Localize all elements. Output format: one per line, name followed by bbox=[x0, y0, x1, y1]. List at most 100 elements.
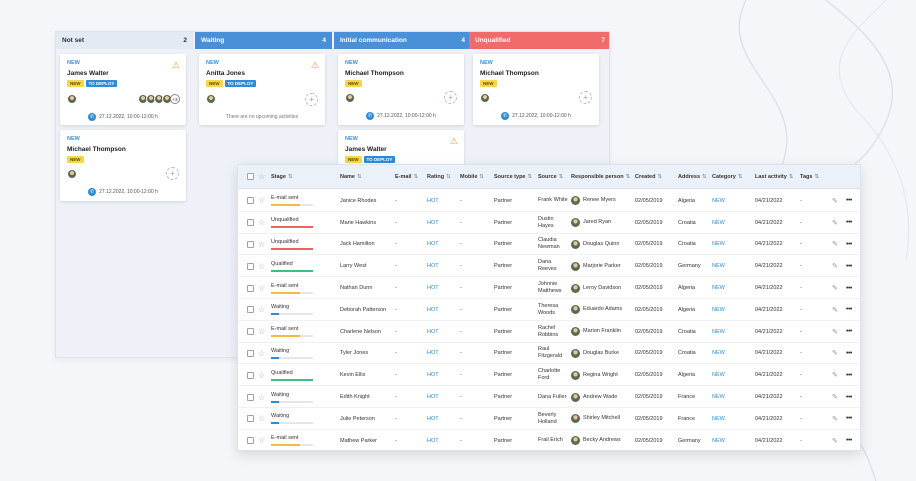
star-icon[interactable]: ☆ bbox=[258, 190, 265, 212]
category-cell[interactable]: NEW bbox=[712, 255, 725, 277]
table-row[interactable]: ☆ Waiting Tyler Jones - HOT - Partner Raul Fi… bbox=[238, 343, 860, 365]
rating-cell[interactable]: HOT bbox=[427, 299, 439, 321]
row-checkbox[interactable] bbox=[247, 386, 254, 408]
rating-cell[interactable]: HOT bbox=[427, 386, 439, 408]
more-options-icon[interactable]: ••• bbox=[846, 255, 852, 277]
next-activity[interactable]: ✆ 27.12.2022, 10:00-12:00 h bbox=[60, 188, 186, 196]
column-header-responsible-person[interactable]: Responsible person ⇅ bbox=[571, 165, 630, 189]
responsible-person-cell[interactable]: Marion Franklin bbox=[571, 321, 631, 343]
more-options-icon[interactable]: ••• bbox=[846, 234, 852, 256]
rating-cell[interactable]: HOT bbox=[427, 430, 439, 450]
column-header-tags[interactable]: Tags ⇅ bbox=[800, 165, 819, 189]
add-person-button[interactable]: + bbox=[305, 93, 318, 106]
next-activity[interactable]: ✆ 27.12.2022, 10:00-12:00 h bbox=[473, 112, 599, 120]
rating-cell[interactable]: HOT bbox=[427, 364, 439, 386]
edit-icon[interactable]: ✎ bbox=[832, 430, 838, 450]
edit-icon[interactable]: ✎ bbox=[832, 343, 838, 365]
deal-card[interactable]: NEW Michael Thompson NEW + ✆ 27.12.2022,… bbox=[473, 54, 599, 125]
category-cell[interactable]: NEW bbox=[712, 234, 725, 256]
rating-cell[interactable]: HOT bbox=[427, 277, 439, 299]
sort-icon[interactable]: ⇅ bbox=[738, 174, 743, 180]
sort-icon[interactable]: ⇅ bbox=[814, 174, 819, 180]
row-checkbox[interactable] bbox=[247, 430, 254, 450]
star-icon[interactable]: ☆ bbox=[258, 212, 265, 234]
responsible-person-cell[interactable]: Marjorie Parker bbox=[571, 255, 631, 277]
sort-icon[interactable]: ⇅ bbox=[288, 174, 293, 180]
sort-icon[interactable]: ⇅ bbox=[527, 174, 532, 180]
table-row[interactable]: ☆ Qualified Kevin Ellis - HOT - Partner Charl… bbox=[238, 364, 860, 387]
column-header-address[interactable]: Address ⇅ bbox=[678, 165, 707, 189]
select-all-checkbox[interactable] bbox=[247, 173, 254, 180]
star-icon[interactable]: ☆ bbox=[258, 408, 265, 430]
more-options-icon[interactable]: ••• bbox=[846, 321, 852, 343]
responsible-person-cell[interactable]: Douglas Burke bbox=[571, 343, 631, 365]
sort-icon[interactable]: ⇅ bbox=[559, 174, 564, 180]
responsible-person-cell[interactable]: Andrew Wade bbox=[571, 386, 631, 408]
category-cell[interactable]: NEW bbox=[712, 430, 725, 450]
column-header-source[interactable]: Source ⇅ bbox=[538, 165, 563, 189]
more-options-icon[interactable]: ••• bbox=[846, 190, 852, 212]
sort-icon[interactable]: ⇅ bbox=[702, 174, 707, 180]
edit-icon[interactable]: ✎ bbox=[832, 277, 838, 299]
column-header[interactable]: Initial communication 4 bbox=[334, 32, 471, 49]
sort-icon[interactable]: ⇅ bbox=[657, 174, 662, 180]
star-icon[interactable]: ☆ bbox=[258, 299, 265, 321]
star-icon[interactable]: ☆ bbox=[258, 255, 265, 277]
more-options-icon[interactable]: ••• bbox=[846, 277, 852, 299]
avatar[interactable] bbox=[206, 94, 216, 104]
column-header-email[interactable]: E-mail ⇅ bbox=[395, 165, 418, 189]
avatar-group[interactable]: +3 bbox=[138, 94, 180, 104]
responsible-person-cell[interactable]: Regina Wright bbox=[571, 364, 631, 386]
table-row[interactable]: ☆ Waiting Deborah Patterson - HOT - Partner T… bbox=[238, 299, 860, 321]
row-checkbox[interactable] bbox=[247, 234, 254, 256]
sort-icon[interactable]: ⇅ bbox=[446, 174, 451, 180]
column-header-name[interactable]: Name ⇅ bbox=[340, 165, 362, 189]
edit-icon[interactable]: ✎ bbox=[832, 321, 838, 343]
category-cell[interactable]: NEW bbox=[712, 386, 725, 408]
column-header-rating[interactable]: Rating ⇅ bbox=[427, 165, 451, 189]
more-options-icon[interactable]: ••• bbox=[846, 343, 852, 365]
avatar[interactable] bbox=[67, 169, 77, 179]
edit-icon[interactable]: ✎ bbox=[832, 299, 838, 321]
avatar[interactable] bbox=[480, 93, 490, 103]
more-options-icon[interactable]: ••• bbox=[846, 430, 852, 450]
column-header[interactable]: Waiting 4 bbox=[195, 32, 332, 49]
avatar[interactable] bbox=[67, 94, 77, 104]
deal-card[interactable]: NEW ⚠ Anitta Jones NEW TO DEPLOY + There… bbox=[199, 54, 325, 125]
row-checkbox[interactable] bbox=[247, 255, 254, 277]
rating-cell[interactable]: HOT bbox=[427, 321, 439, 343]
more-options-icon[interactable]: ••• bbox=[846, 386, 852, 408]
category-cell[interactable]: NEW bbox=[712, 343, 725, 365]
sort-icon[interactable]: ⇅ bbox=[357, 174, 362, 180]
category-cell[interactable]: NEW bbox=[712, 190, 725, 212]
edit-icon[interactable]: ✎ bbox=[832, 408, 838, 430]
responsible-person-cell[interactable]: Becky Andrews bbox=[571, 430, 631, 450]
star-icon[interactable]: ☆ bbox=[258, 343, 265, 365]
add-person-button[interactable]: + bbox=[166, 167, 179, 180]
star-icon[interactable]: ☆ bbox=[258, 277, 265, 299]
responsible-person-cell[interactable]: Douglas Quinn bbox=[571, 234, 631, 256]
deal-card[interactable]: NEW ⚠ James Walter NEW TO DEPLOY +3 ✆ 27… bbox=[60, 54, 186, 125]
row-checkbox[interactable] bbox=[247, 277, 254, 299]
sort-icon[interactable]: ⇅ bbox=[626, 174, 631, 180]
category-cell[interactable]: NEW bbox=[712, 364, 725, 386]
row-checkbox[interactable] bbox=[247, 212, 254, 234]
category-cell[interactable]: NEW bbox=[712, 277, 725, 299]
column-header-stage[interactable]: Stage ⇅ bbox=[271, 165, 293, 189]
table-row[interactable]: ☆ Qualified Larry West - HOT - Partner Dana R… bbox=[238, 255, 860, 278]
more-options-icon[interactable]: ••• bbox=[846, 212, 852, 234]
deal-card[interactable]: NEW Michael Thompson NEW + ✆ 27.12.2022,… bbox=[60, 130, 186, 201]
responsible-person-cell[interactable]: Eduardo Adams bbox=[571, 299, 631, 321]
responsible-person-cell[interactable]: Jared Ryan bbox=[571, 212, 631, 234]
more-options-icon[interactable]: ••• bbox=[846, 364, 852, 386]
star-icon[interactable]: ☆ bbox=[258, 321, 265, 343]
category-cell[interactable]: NEW bbox=[712, 408, 725, 430]
rating-cell[interactable]: HOT bbox=[427, 343, 439, 365]
row-checkbox[interactable] bbox=[247, 321, 254, 343]
star-icon[interactable]: ☆ bbox=[258, 165, 265, 189]
edit-icon[interactable]: ✎ bbox=[832, 255, 838, 277]
sort-icon[interactable]: ⇅ bbox=[414, 174, 419, 180]
sort-icon[interactable]: ⇅ bbox=[479, 174, 484, 180]
column-header-mobile[interactable]: Mobile ⇅ bbox=[460, 165, 484, 189]
category-cell[interactable]: NEW bbox=[712, 212, 725, 234]
